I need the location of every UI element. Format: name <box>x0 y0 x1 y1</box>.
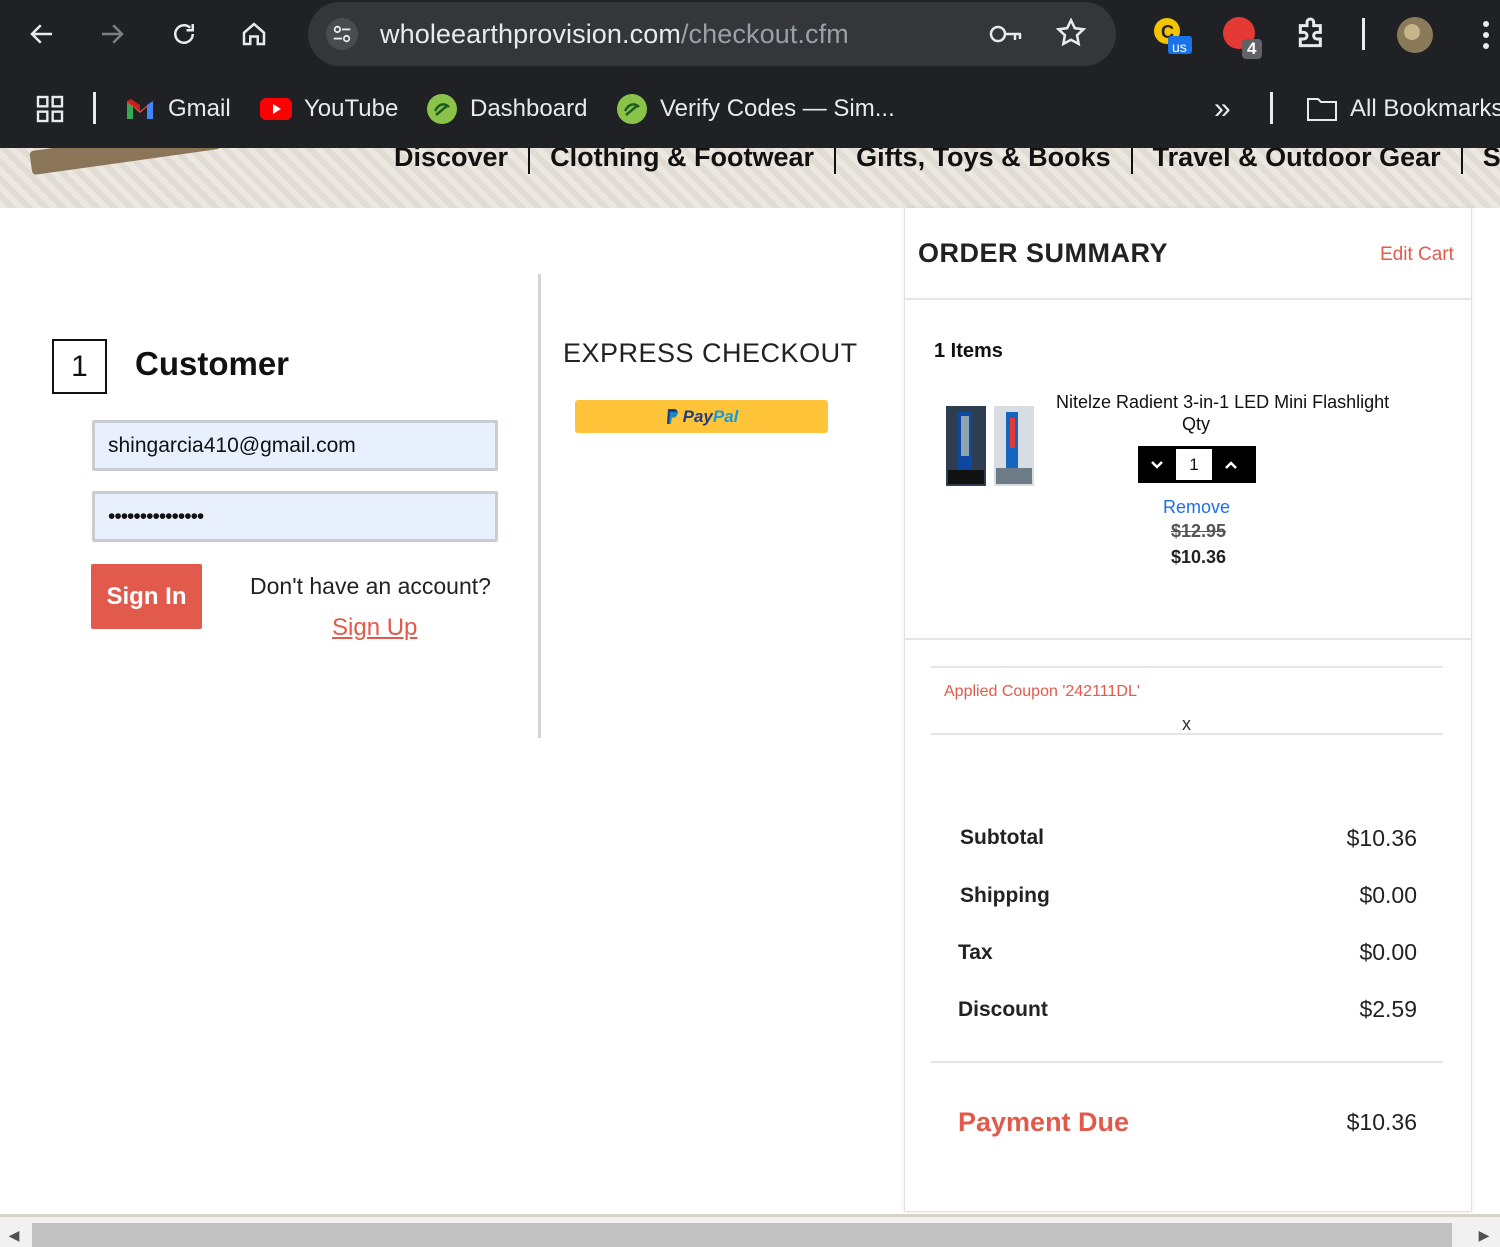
quantity-stepper: 1 <box>1138 446 1256 483</box>
bookmark-dashboard[interactable]: Dashboard <box>426 92 587 126</box>
chevron-up-icon <box>1225 460 1237 469</box>
profile-avatar[interactable] <box>1394 14 1436 56</box>
remove-coupon-button[interactable]: x <box>1182 714 1191 735</box>
payment-due-value: $10.36 <box>1346 1109 1417 1135</box>
shipping-value: $0.00 <box>1359 882 1417 908</box>
site-settings-icon[interactable] <box>326 18 358 50</box>
nav-discover[interactable]: Discover <box>394 148 508 173</box>
bookmark-youtube[interactable]: YouTube <box>260 92 398 126</box>
bookmarks-bar: Gmail YouTube Dashboard Verify Codes — S… <box>0 72 1500 148</box>
scroll-right-arrow-icon[interactable]: ▶ <box>1474 1223 1494 1247</box>
bookmark-verify-codes[interactable]: Verify Codes — Sim... <box>616 92 895 126</box>
sign-in-button[interactable]: Sign In <box>91 564 202 629</box>
paypal-label-pay: Pay <box>682 406 713 426</box>
subtotal-label: Subtotal <box>960 826 1044 849</box>
shipping-label: Shipping <box>960 884 1050 907</box>
sale-price: $10.36 <box>1171 547 1227 567</box>
bookmark-gmail[interactable]: Gmail <box>124 92 231 126</box>
browser-toolbar: wholeearthprovision.com/checkout.cfm C u… <box>0 0 1500 72</box>
coupon-top-divider <box>931 666 1443 668</box>
tax-value: $0.00 <box>1359 939 1417 965</box>
scroll-left-arrow-icon[interactable]: ◀ <box>4 1223 24 1247</box>
bookmark-star-icon[interactable] <box>1054 16 1088 55</box>
remove-item-link[interactable]: Remove <box>1163 497 1230 518</box>
url-text: wholeearthprovision.com/checkout.cfm <box>380 19 849 49</box>
gmail-icon <box>124 93 156 125</box>
arrow-right-icon <box>102 24 124 44</box>
all-bookmarks-button[interactable]: All Bookmarks <box>1306 92 1500 126</box>
arrow-left-icon <box>30 24 52 44</box>
password-field[interactable]: ••••••••••••••• <box>92 491 498 542</box>
subtotal-value: $10.36 <box>1346 825 1417 851</box>
reload-button[interactable] <box>164 14 204 54</box>
toolbar-divider <box>1362 18 1365 50</box>
ext-badge-us: us <box>1172 39 1187 55</box>
nav-travel-outdoor[interactable]: Travel & Outdoor Gear <box>1153 148 1441 173</box>
reload-icon <box>174 24 194 44</box>
youtube-icon <box>260 93 292 125</box>
no-account-text: Don't have an account? <box>250 573 491 599</box>
site-main-nav: Discover Clothing & Footwear Gifts, Toys… <box>394 148 1500 174</box>
horizontal-scrollbar[interactable]: ◀ ▶ <box>0 1214 1500 1247</box>
folder-icon <box>1306 93 1338 125</box>
nav-separator <box>1130 148 1133 174</box>
nav-gifts-toys-books[interactable]: Gifts, Toys & Books <box>856 148 1111 173</box>
ext-badge-count: 4 <box>1247 39 1257 58</box>
address-bar[interactable]: wholeearthprovision.com/checkout.cfm <box>308 2 1116 66</box>
back-button[interactable] <box>22 14 62 54</box>
step-number: 1 <box>52 339 107 394</box>
sign-up-link[interactable]: Sign Up <box>332 614 417 642</box>
product-name[interactable]: Nitelze Radient 3-in-1 LED Mini Flashlig… <box>1056 392 1389 413</box>
qty-increase-button[interactable] <box>1212 446 1250 483</box>
chevron-down-icon <box>1151 460 1163 469</box>
paypal-button[interactable]: PayPal <box>575 400 828 433</box>
bookmarks-divider <box>93 92 96 124</box>
original-price: $12.95 <box>1171 521 1227 541</box>
applied-coupon-text: Applied Coupon '242111DL' <box>944 683 1140 700</box>
dashboard-icon <box>426 93 458 125</box>
payment-due-label: Payment Due <box>958 1107 1130 1137</box>
extension-coupon-icon[interactable]: C us <box>1150 14 1192 56</box>
site-logo[interactable] <box>29 148 221 176</box>
coupon-bottom-divider <box>931 733 1443 735</box>
discount-label: Discount <box>958 998 1048 1021</box>
edit-cart-link[interactable]: Edit Cart <box>1380 244 1454 266</box>
product-image[interactable] <box>944 404 1036 488</box>
extension-adblock-icon[interactable]: 4 <box>1220 14 1262 59</box>
nav-sale[interactable]: SALE <box>1483 148 1500 173</box>
scrollbar-thumb[interactable] <box>32 1223 1452 1247</box>
apps-grid-icon[interactable] <box>34 92 66 126</box>
qty-label: Qty <box>1182 414 1211 434</box>
order-summary-title: ORDER SUMMARY <box>918 238 1169 268</box>
site-header: Discover Clothing & Footwear Gifts, Toys… <box>0 148 1500 208</box>
summary-divider <box>905 298 1471 300</box>
totals-divider <box>931 1061 1443 1063</box>
email-field[interactable]: shingarcia410@gmail.com <box>92 420 498 471</box>
qty-decrease-button[interactable] <box>1138 446 1176 483</box>
home-button[interactable] <box>234 14 274 54</box>
tax-label: Tax <box>958 941 993 964</box>
nav-separator <box>528 148 531 174</box>
home-icon <box>242 22 266 46</box>
discount-value: $2.59 <box>1359 996 1417 1022</box>
summary-divider <box>905 638 1471 640</box>
paypal-label-pal: Pal <box>712 406 739 426</box>
bookmarks-overflow-button[interactable]: » <box>1214 92 1231 126</box>
items-count: 1 Items <box>934 340 1003 362</box>
bookmarks-divider-2 <box>1270 92 1273 124</box>
verify-codes-icon <box>616 93 648 125</box>
qty-input[interactable]: 1 <box>1176 449 1212 480</box>
section-divider <box>538 274 541 738</box>
express-checkout-heading: EXPRESS CHECKOUT <box>563 338 858 368</box>
paypal-icon <box>666 408 678 424</box>
nav-clothing-footwear[interactable]: Clothing & Footwear <box>550 148 814 173</box>
nav-separator <box>834 148 837 174</box>
forward-button[interactable] <box>92 14 132 54</box>
menu-dots-icon[interactable] <box>1478 18 1494 57</box>
nav-separator <box>1460 148 1463 174</box>
extensions-puzzle-icon[interactable] <box>1292 14 1334 56</box>
customer-heading: Customer <box>135 345 290 382</box>
password-key-icon[interactable] <box>988 18 1024 55</box>
